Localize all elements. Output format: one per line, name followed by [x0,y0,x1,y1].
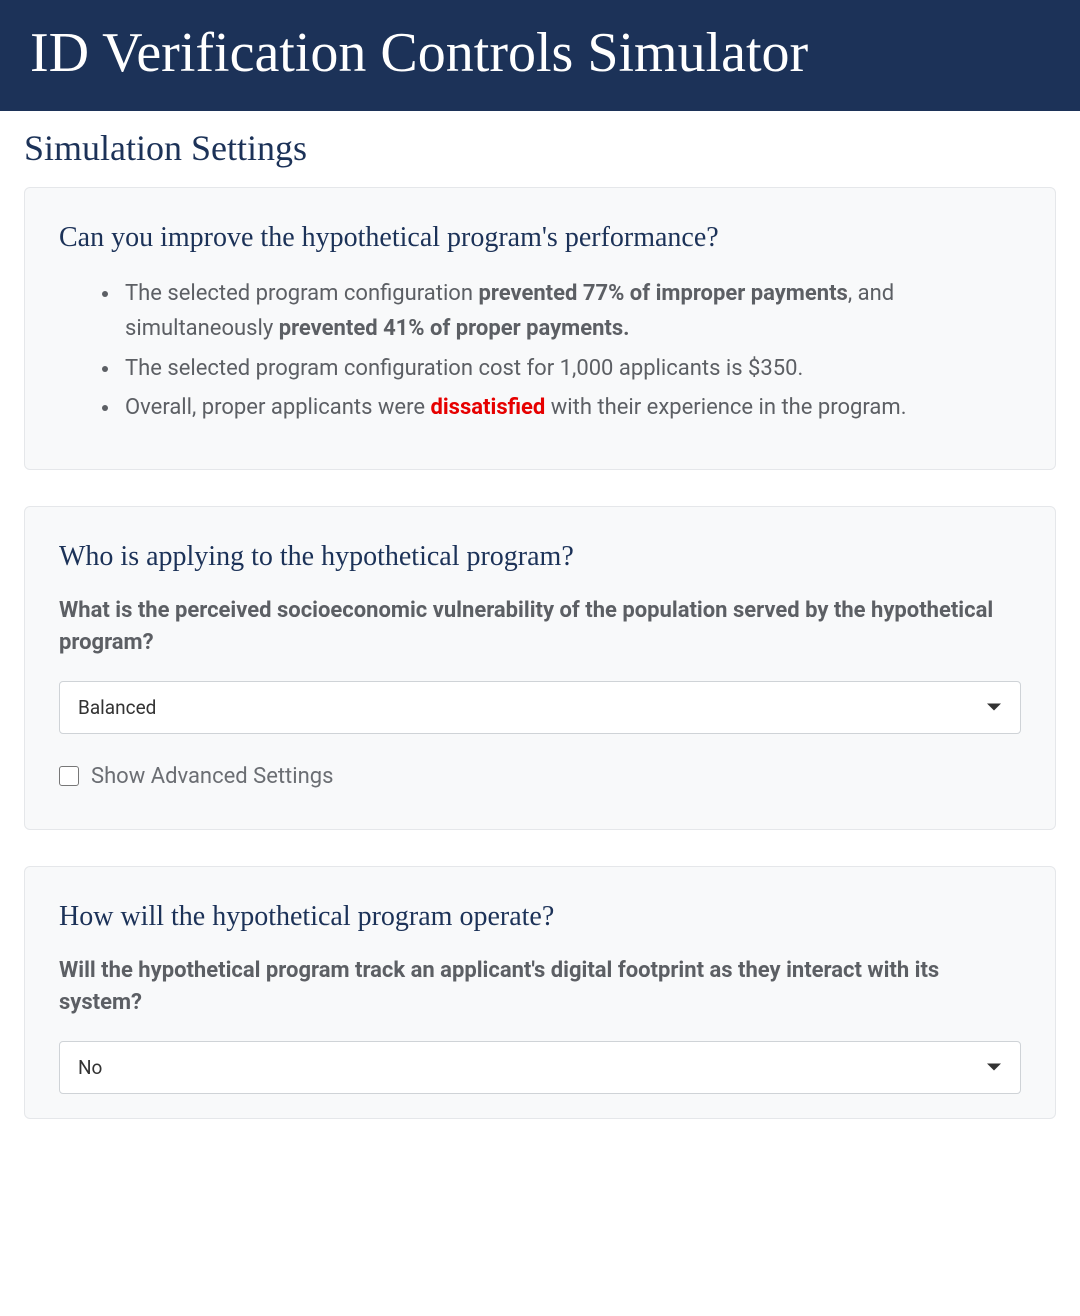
who-applying-card: Who is applying to the hypothetical prog… [24,506,1056,830]
advanced-settings-label[interactable]: Show Advanced Settings [91,764,333,789]
header-banner: ID Verification Controls Simulator [0,0,1080,111]
digital-footprint-select[interactable]: No [59,1041,1021,1094]
results-heading: Can you improve the hypothetical program… [59,222,1021,254]
results-list: The selected program configuration preve… [59,276,1021,425]
how-operate-card: How will the hypothetical program operat… [24,866,1056,1119]
vulnerability-select[interactable]: Balanced [59,681,1021,734]
digital-footprint-select-wrap: No [59,1041,1021,1094]
app-title: ID Verification Controls Simulator [30,20,1050,87]
advanced-settings-checkbox[interactable] [59,766,79,786]
main-content: Simulation Settings Can you improve the … [0,111,1080,1118]
who-heading: Who is applying to the hypothetical prog… [59,541,1021,573]
results-item-prevention: The selected program configuration preve… [121,276,1021,346]
results-strong: prevented 41% of proper payments. [279,316,630,341]
results-text: with their experience in the program. [545,395,906,420]
results-strong: prevented 77% of improper payments [478,281,847,306]
results-card: Can you improve the hypothetical program… [24,187,1056,470]
vulnerability-question-label: What is the perceived socioeconomic vuln… [59,595,1021,659]
how-heading: How will the hypothetical program operat… [59,901,1021,933]
results-text: The selected program configuration [125,281,478,306]
digital-footprint-question-label: Will the hypothetical program track an a… [59,955,1021,1019]
results-highlight-dissatisfied: dissatisfied [430,395,545,420]
vulnerability-select-wrap: Balanced [59,681,1021,734]
advanced-settings-row: Show Advanced Settings [59,764,1021,789]
results-item-satisfaction: Overall, proper applicants were dissatis… [121,390,1021,425]
section-title-settings: Simulation Settings [24,127,1056,169]
results-item-cost: The selected program configuration cost … [121,351,1021,386]
results-text: Overall, proper applicants were [125,395,430,420]
